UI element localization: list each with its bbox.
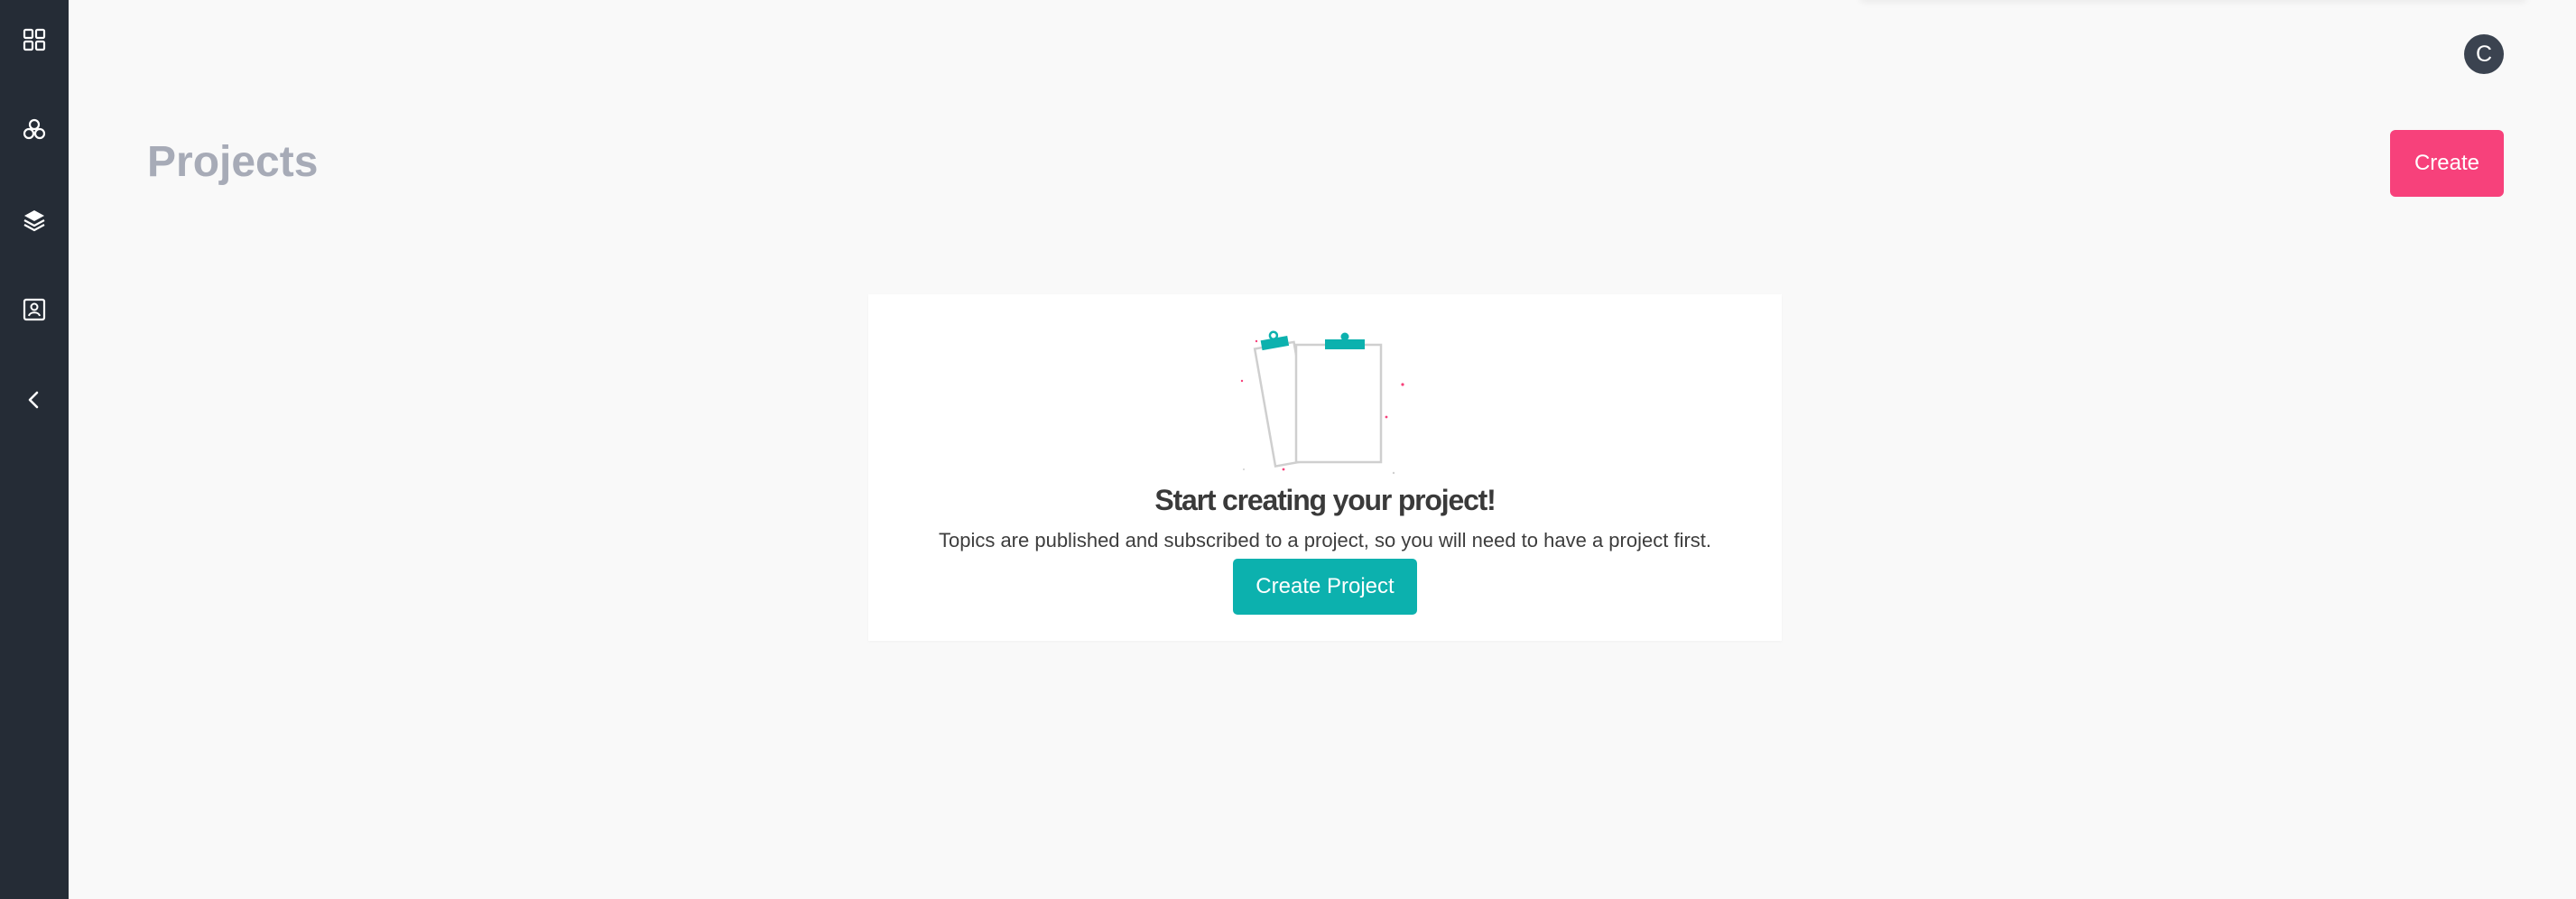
empty-state-card: Start creating your project! Topics are … — [868, 294, 1782, 641]
page-title: Projects — [147, 138, 319, 186]
sidebar-item-projects[interactable] — [12, 198, 57, 243]
cluster-icon — [22, 117, 47, 143]
sidebar-item-dashboard[interactable] — [12, 17, 57, 62]
avatar[interactable]: C — [2464, 34, 2504, 74]
sidebar-item-clusters[interactable] — [12, 107, 57, 153]
grid-icon — [23, 28, 46, 51]
empty-state-title: Start creating your project! — [1154, 484, 1496, 516]
sidebar-item-contacts[interactable] — [12, 287, 57, 332]
clipboard-illustration — [1238, 327, 1419, 480]
empty-state-description: Topics are published and subscribed to a… — [938, 529, 1712, 551]
contact-card-icon — [22, 297, 47, 322]
sidebar-collapse-button[interactable] — [12, 377, 57, 422]
create-project-button[interactable]: Create Project — [1233, 559, 1417, 615]
layers-icon — [22, 208, 47, 233]
create-button[interactable]: Create — [2390, 130, 2504, 197]
chevron-left-icon — [23, 389, 45, 411]
sidebar — [0, 0, 69, 899]
